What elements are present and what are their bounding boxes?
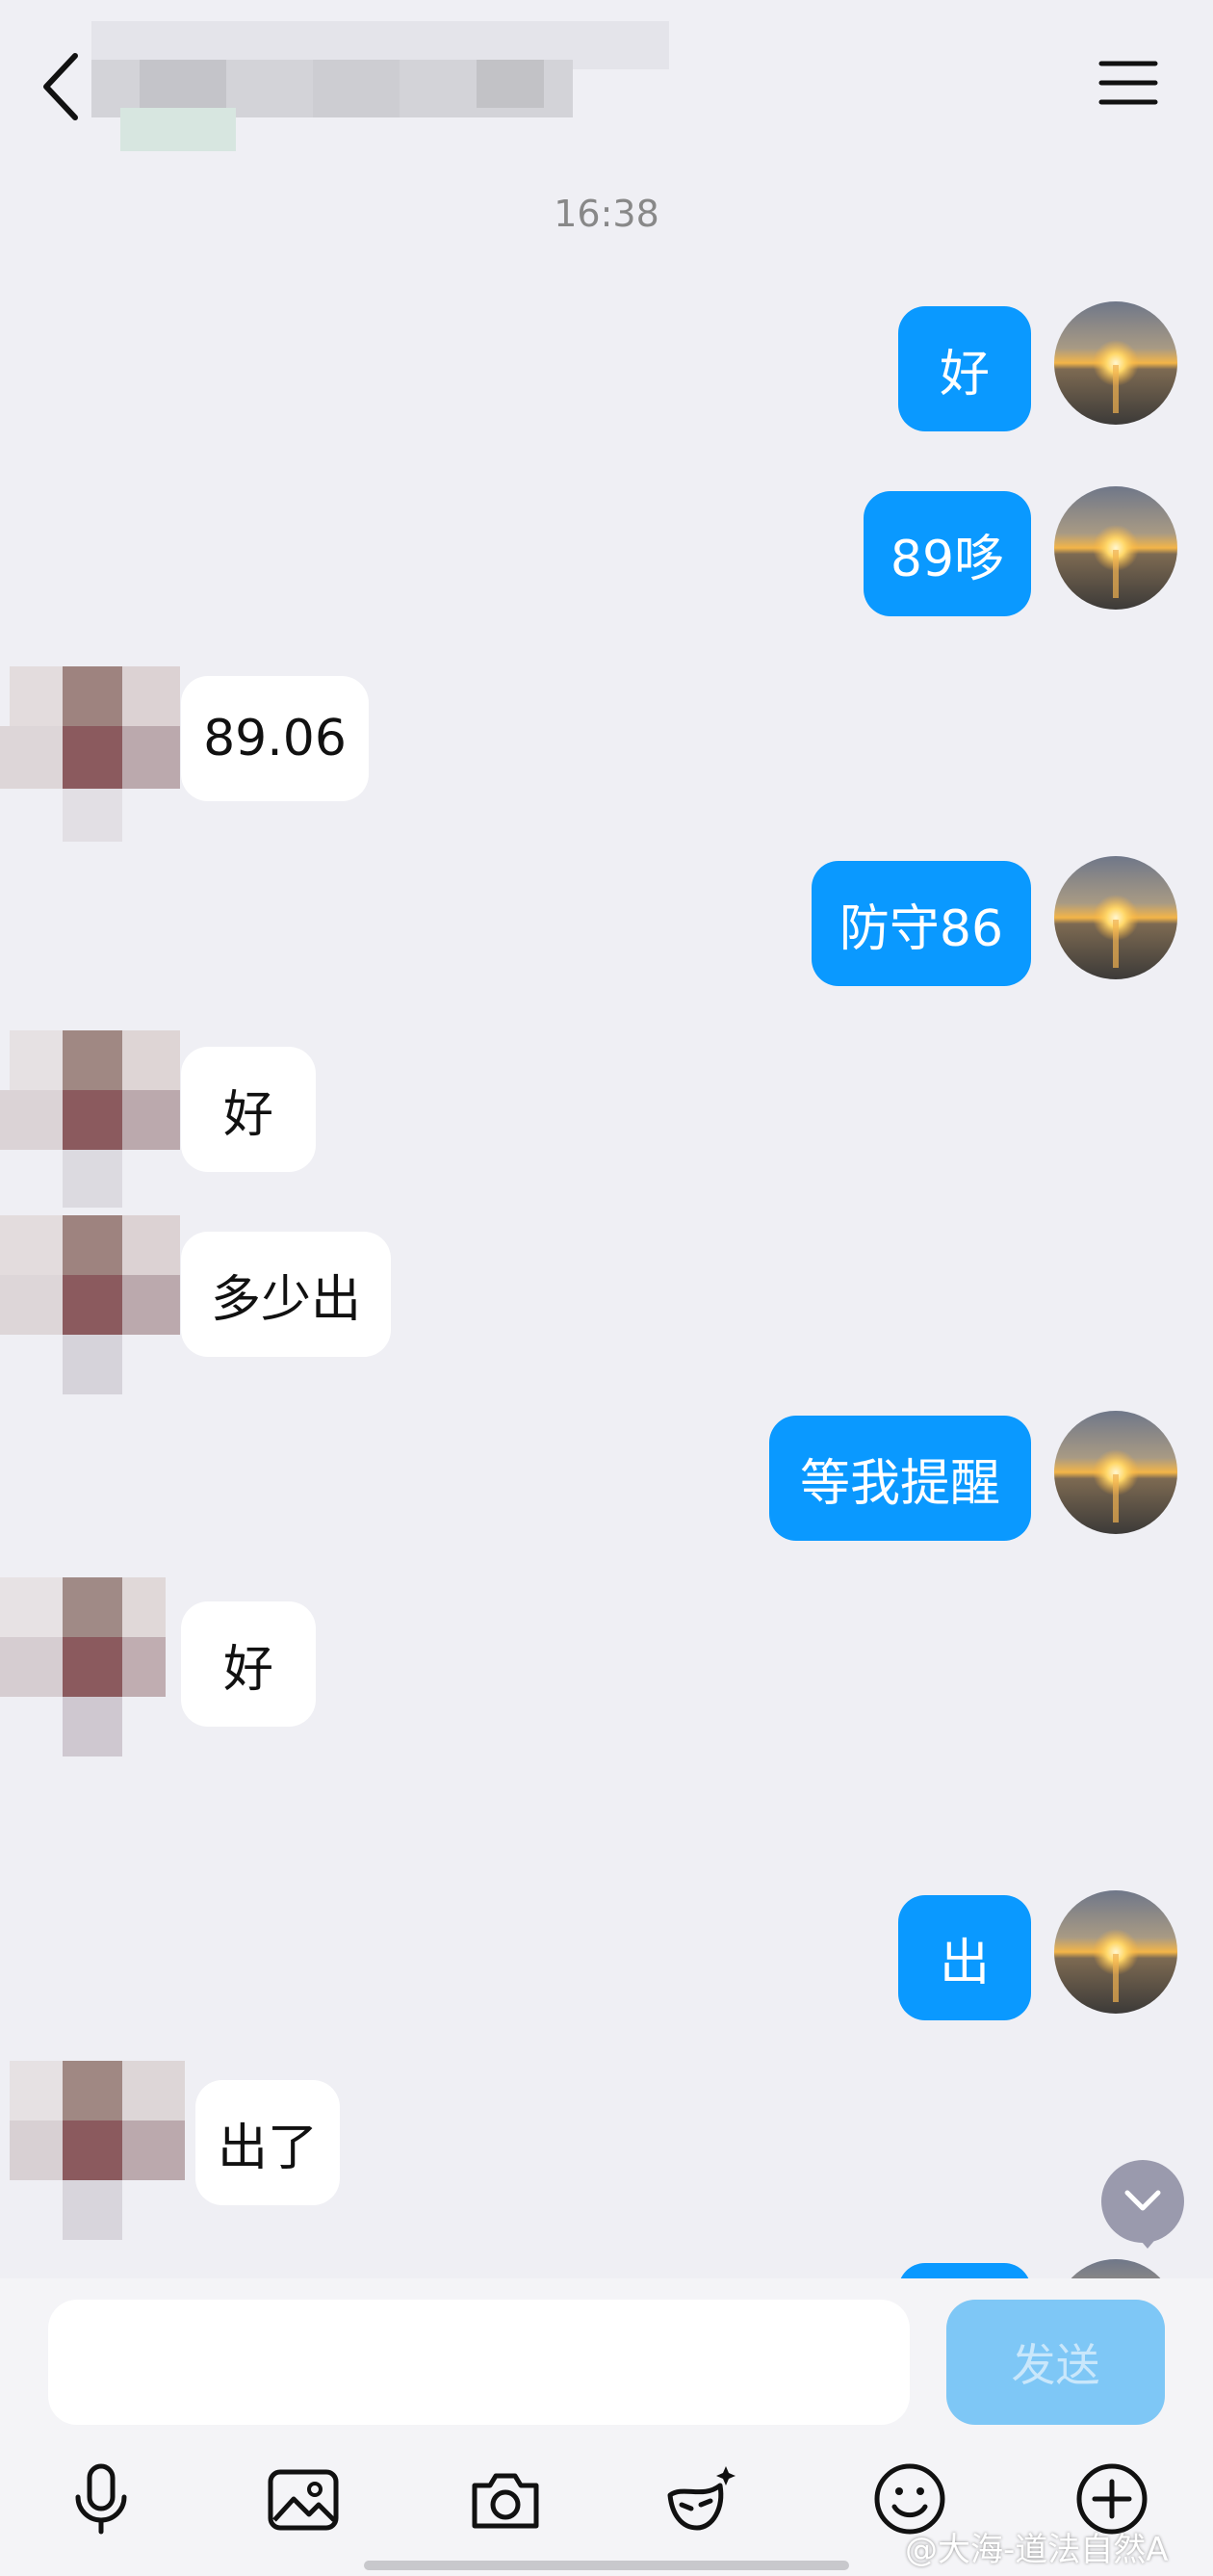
contact-avatar-blurred[interactable] — [0, 1030, 180, 1213]
incoming-message[interactable]: 好 — [181, 1047, 316, 1172]
scroll-button-pointer — [1136, 2235, 1159, 2249]
message-text: 好 — [222, 1085, 273, 1144]
message-text: 出了 — [218, 2119, 319, 2177]
home-indicator[interactable] — [364, 2561, 849, 2570]
send-button-label: 发送 — [1011, 2339, 1100, 2391]
send-button[interactable]: 发送 — [946, 2300, 1165, 2425]
image-icon[interactable] — [265, 2460, 342, 2537]
my-avatar[interactable] — [1054, 301, 1177, 425]
my-avatar[interactable] — [1054, 1411, 1177, 1534]
microphone-icon[interactable] — [63, 2460, 140, 2537]
watermark: @大海-道法自然A — [905, 2531, 1169, 2569]
contact-avatar-blurred[interactable] — [0, 1215, 180, 1398]
menu-icon[interactable] — [1097, 60, 1159, 106]
outgoing-message[interactable]: 好 — [898, 306, 1031, 431]
mask-icon[interactable] — [664, 2460, 741, 2537]
outgoing-message[interactable]: 89哆 — [864, 491, 1031, 616]
time-stamp: 16:38 — [554, 193, 659, 235]
scroll-to-bottom-button[interactable] — [1101, 2160, 1184, 2243]
message-text: 等我提醒 — [800, 1454, 1001, 1513]
contact-name-blurred — [91, 21, 669, 151]
incoming-message[interactable]: 89.06 — [181, 676, 369, 801]
camera-icon[interactable] — [467, 2460, 544, 2537]
incoming-message[interactable]: 出了 — [195, 2080, 340, 2205]
back-icon[interactable] — [39, 48, 87, 125]
my-avatar[interactable] — [1054, 486, 1177, 610]
contact-avatar-blurred[interactable] — [0, 1577, 173, 1760]
message-text: 出 — [939, 1934, 990, 1992]
message-text: 好 — [222, 1640, 273, 1699]
contact-avatar-blurred[interactable] — [0, 666, 180, 849]
message-input[interactable] — [48, 2300, 910, 2425]
contact-avatar-blurred[interactable] — [0, 2061, 185, 2244]
incoming-message[interactable]: 好 — [181, 1601, 316, 1727]
outgoing-message[interactable]: 等我提醒 — [769, 1416, 1031, 1541]
incoming-message[interactable]: 多少出 — [181, 1232, 391, 1357]
message-text: 好 — [939, 345, 990, 403]
my-avatar[interactable] — [1054, 1890, 1177, 2014]
message-text: 89哆 — [890, 530, 1005, 588]
outgoing-message[interactable]: 防守86 — [812, 861, 1031, 986]
my-avatar[interactable] — [1054, 856, 1177, 979]
message-text: 防守86 — [839, 899, 1004, 958]
message-text: 89.06 — [203, 710, 347, 768]
message-text: 多少出 — [211, 1270, 362, 1329]
outgoing-message[interactable]: 出 — [898, 1895, 1031, 2020]
chevron-down-icon — [1124, 2190, 1161, 2211]
